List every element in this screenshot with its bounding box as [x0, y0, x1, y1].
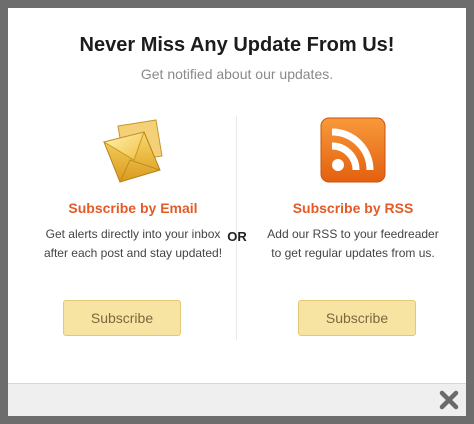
subscribe-rss-button[interactable]: Subscribe	[298, 300, 416, 336]
email-column: Subscribe by Email Get alerts directly i…	[28, 116, 238, 336]
subscribe-modal: Never Miss Any Update From Us! Get notif…	[8, 8, 466, 416]
email-description: Get alerts directly into your inbox afte…	[43, 227, 223, 260]
subscribe-email-button[interactable]: Subscribe	[63, 300, 181, 336]
rss-column: Subscribe by RSS Add our RSS to your fee…	[248, 116, 458, 336]
envelope-icon	[98, 116, 168, 186]
modal-subtitle: Get notified about our updates.	[140, 66, 334, 82]
modal-title: Never Miss Any Update From Us!	[79, 34, 395, 56]
rss-title: Subscribe by RSS	[292, 200, 414, 216]
modal-footer	[8, 383, 466, 416]
close-icon[interactable]	[438, 389, 460, 411]
email-title: Subscribe by Email	[68, 200, 198, 216]
rss-description: Add our RSS to your feedreader to get re…	[267, 227, 439, 260]
rss-icon	[318, 116, 388, 186]
